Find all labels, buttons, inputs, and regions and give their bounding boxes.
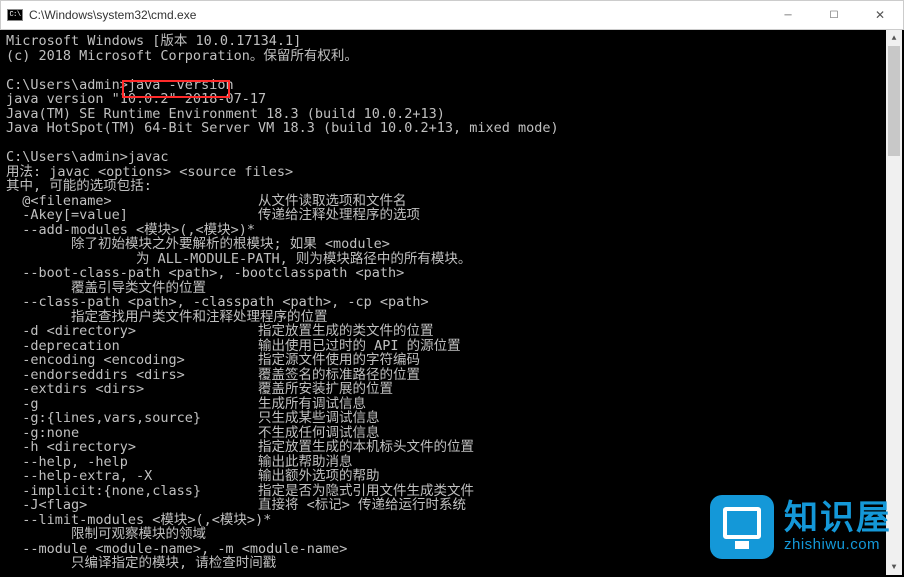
- window-title: C:\Windows\system32\cmd.exe: [29, 8, 765, 22]
- watermark-brand: 知识屋: [784, 500, 892, 537]
- scroll-thumb[interactable]: [888, 46, 900, 156]
- titlebar[interactable]: C:\ C:\Windows\system32\cmd.exe ─ ☐ ✕: [0, 0, 904, 30]
- maximize-button[interactable]: ☐: [811, 1, 857, 29]
- vertical-scrollbar[interactable]: ▲ ▼: [886, 30, 902, 575]
- monitor-icon: [710, 495, 774, 559]
- window-controls: ─ ☐ ✕: [765, 1, 903, 29]
- cmd-icon: C:\: [7, 9, 23, 21]
- watermark: 知识屋 zhishiwu.com: [710, 495, 892, 559]
- scroll-up-button[interactable]: ▲: [886, 30, 902, 46]
- close-button[interactable]: ✕: [857, 1, 903, 29]
- scroll-down-button[interactable]: ▼: [886, 559, 902, 575]
- minimize-button[interactable]: ─: [765, 1, 811, 29]
- watermark-url: zhishiwu.com: [784, 537, 892, 554]
